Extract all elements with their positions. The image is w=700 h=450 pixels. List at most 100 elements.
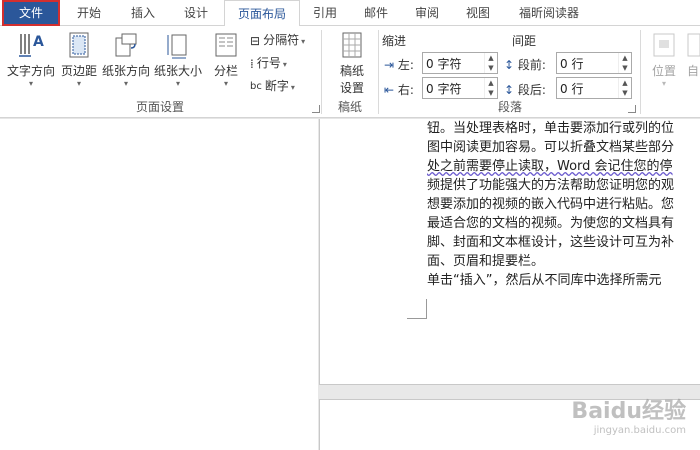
document-page[interactable]: 钮。当处理表格时，单击要添加行或列的位 图中阅读更加容易。可以折叠文档某些部分 … xyxy=(319,119,700,385)
ribbon-page-layout: A 文字方向 ▾ 页边距 ▾ 纸张方向 ▾ 纸张大小 ▾ 分栏 ▾ ⊟ 分隔符 … xyxy=(0,26,700,118)
paper-size-icon xyxy=(167,34,187,59)
indent-left-label: ⇥ 左: xyxy=(384,58,414,72)
doc-line: 脚、封面和文本框设计，这些设计可互为补 xyxy=(427,235,675,250)
margins-label: 页边距 xyxy=(60,64,97,78)
group-label-page-setup: 页面设置 xyxy=(135,100,184,114)
hyphenation-button[interactable]: bc 断字 ▾ xyxy=(250,76,295,96)
chevron-down-icon: ▾ xyxy=(223,79,228,88)
wrap-text-label: 自 xyxy=(686,64,699,78)
chevron-down-icon: ▾ xyxy=(301,37,306,46)
breaks-icon: ⊟ xyxy=(250,33,261,48)
spacing-after-label: ↕ 段后: xyxy=(504,83,546,97)
indent-right-field[interactable]: ▲▼ xyxy=(422,77,498,99)
chevron-down-icon: ▾ xyxy=(28,79,33,88)
spacing-title: 间距 xyxy=(512,34,537,48)
indent-left-input[interactable] xyxy=(423,53,483,73)
doc-line: 最适合您的文档的视频。为使您的文档具有 xyxy=(427,216,675,231)
tab-references[interactable]: 引用 xyxy=(300,0,350,26)
doc-line: 面、页眉和提要栏。 xyxy=(427,254,545,269)
tab-view[interactable]: 视图 xyxy=(452,0,504,26)
wrap-text-button[interactable]: 自 xyxy=(686,30,700,79)
spacing-before-label: ↕ 段前: xyxy=(504,58,546,72)
document-area: 钮。当处理表格时，单击要添加行或列的位 图中阅读更加容易。可以折叠文档某些部分 … xyxy=(0,119,700,450)
paragraph-launcher-icon[interactable] xyxy=(628,105,636,113)
watermark-url: jingyan.baidu.com xyxy=(593,425,686,436)
indent-right-icon: ⇤ xyxy=(384,83,395,97)
breaks-label: 分隔符 xyxy=(263,33,300,47)
watermark-logo: Baidu经验 xyxy=(571,399,686,424)
hyphenation-label: 断字 xyxy=(264,79,289,93)
watermark: Baidu经验 jingyan.baidu.com xyxy=(571,393,686,436)
chevron-down-icon: ▾ xyxy=(123,79,128,88)
spacing-after-input[interactable] xyxy=(557,78,617,98)
text-direction-button[interactable]: A 文字方向 ▾ xyxy=(4,30,58,89)
manuscript-icon xyxy=(342,32,362,58)
manuscript-settings-button[interactable]: 稿纸 设置 xyxy=(330,30,374,96)
group-divider xyxy=(378,30,379,114)
orientation-button[interactable]: 纸张方向 ▾ xyxy=(100,30,152,89)
manuscript-label-line2: 设置 xyxy=(339,81,364,95)
group-label-manuscript: 稿纸 xyxy=(337,100,362,114)
columns-icon xyxy=(215,33,237,57)
indent-right-label: ⇤ 右: xyxy=(384,83,414,97)
manuscript-label-line1: 稿纸 xyxy=(339,64,364,78)
tab-mailings[interactable]: 邮件 xyxy=(350,0,402,26)
tab-home[interactable]: 开始 xyxy=(60,0,118,26)
chevron-down-icon: ▾ xyxy=(76,79,81,88)
doc-line: 想要添加的视频的嵌入代码中进行粘贴。您 xyxy=(427,197,675,212)
text-direction-icon: A xyxy=(19,34,44,57)
columns-label: 分栏 xyxy=(213,64,238,78)
text-direction-label: 文字方向 xyxy=(6,64,55,78)
indent-right-input[interactable] xyxy=(423,78,483,98)
chevron-down-icon: ▾ xyxy=(282,60,287,69)
doc-line: 图中阅读更加容易。可以折叠文档某些部分 xyxy=(427,140,675,155)
size-label: 纸张大小 xyxy=(153,64,202,78)
spin-arrows-icon[interactable]: ▲ ▼ xyxy=(484,78,497,98)
line-numbers-icon: ⁞ xyxy=(250,56,254,71)
position-label: 位置 xyxy=(651,64,676,78)
position-icon xyxy=(653,33,675,57)
line-numbers-button[interactable]: ⁞ 行号 ▾ xyxy=(250,53,287,73)
wrap-text-icon xyxy=(687,33,700,57)
columns-button[interactable]: 分栏 ▾ xyxy=(208,30,244,89)
chevron-down-icon: ▾ xyxy=(661,79,666,88)
spin-arrows-icon[interactable]: ▲ ▼ xyxy=(618,53,631,73)
spacing-after-icon: ↕ xyxy=(504,83,515,97)
tab-insert[interactable]: 插入 xyxy=(118,0,168,26)
doc-line: 钮。当处理表格时，单击要添加行或列的位 xyxy=(427,121,675,136)
page-margin-corner xyxy=(407,299,427,319)
breaks-button[interactable]: ⊟ 分隔符 ▾ xyxy=(250,30,305,50)
group-divider xyxy=(640,30,641,114)
tab-review[interactable]: 审阅 xyxy=(402,0,452,26)
chevron-down-icon: ▾ xyxy=(290,83,295,92)
group-label-paragraph: 段落 xyxy=(497,100,522,114)
doc-line: 单击“插入”，然后从不同库中选择所需元 xyxy=(427,273,662,288)
tab-page-layout[interactable]: 页面布局 xyxy=(224,0,300,27)
tab-foxit-reader[interactable]: 福昕阅读器 xyxy=(504,0,594,26)
spin-arrows-icon[interactable]: ▲ ▼ xyxy=(618,78,631,98)
tab-file[interactable]: 文件 xyxy=(2,0,60,26)
spacing-before-input[interactable] xyxy=(557,53,617,73)
hyphenation-icon: bc xyxy=(250,80,262,92)
ribbon-tab-bar: 文件 开始 插入 设计 页面布局 引用 邮件 审阅 视图 福昕阅读器 xyxy=(0,0,700,27)
tab-design[interactable]: 设计 xyxy=(168,0,224,26)
doc-line: 处之前需要停止读取，Word 会记住您的停 xyxy=(427,159,673,174)
line-numbers-label: 行号 xyxy=(256,56,281,70)
orientation-icon xyxy=(115,33,137,57)
indent-left-icon: ⇥ xyxy=(384,58,395,72)
size-button[interactable]: 纸张大小 ▾ xyxy=(152,30,204,89)
svg-text:A: A xyxy=(33,34,44,50)
spacing-before-field[interactable]: ▲▼ xyxy=(556,52,632,74)
margins-icon xyxy=(69,32,89,58)
indent-left-field[interactable]: ▲▼ xyxy=(422,52,498,74)
chevron-down-icon: ▾ xyxy=(175,79,180,88)
indent-title: 缩进 xyxy=(382,34,407,48)
page-setup-launcher-icon[interactable] xyxy=(312,105,320,113)
left-panel xyxy=(0,119,318,450)
orientation-label: 纸张方向 xyxy=(101,64,150,78)
spin-arrows-icon[interactable]: ▲ ▼ xyxy=(484,53,497,73)
doc-line: 频提供了功能强大的方法帮助您证明您的观 xyxy=(427,178,675,193)
margins-button[interactable]: 页边距 ▾ xyxy=(58,30,100,89)
position-button[interactable]: 位置 ▾ xyxy=(646,30,682,89)
spacing-after-field[interactable]: ▲▼ xyxy=(556,77,632,99)
